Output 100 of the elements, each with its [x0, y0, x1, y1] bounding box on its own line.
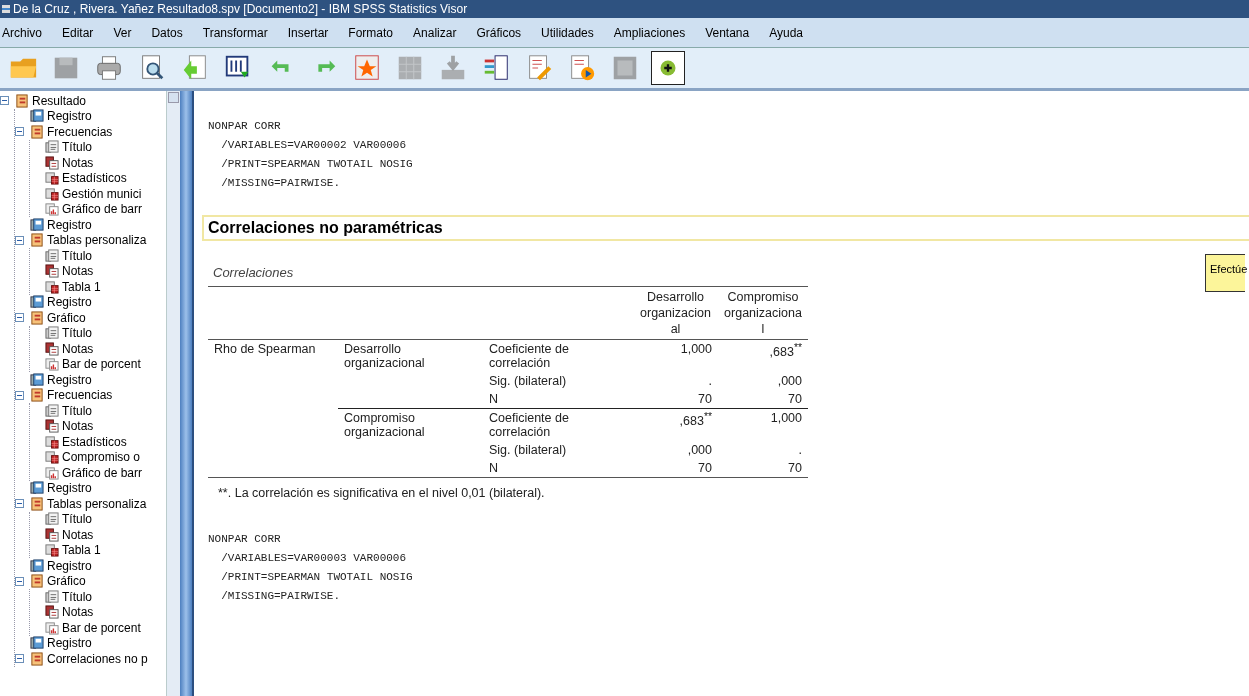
tree-label[interactable]: Tabla 1 [62, 279, 101, 294]
tree-label[interactable]: Tablas personaliza [47, 233, 147, 248]
section-heading[interactable]: Correlaciones no paramétricas [202, 215, 1249, 241]
menu-item[interactable]: Ayuda [759, 25, 813, 40]
tree-label[interactable]: Registro [47, 636, 92, 651]
tree-label[interactable]: Compromiso o [62, 450, 141, 465]
tree-label[interactable]: Notas [62, 605, 94, 620]
tree-item[interactable]: Gráfico de barr [30, 201, 166, 217]
tree-item[interactable]: Notas [30, 527, 166, 543]
menu-item[interactable]: Transformar [192, 25, 278, 40]
tree-label[interactable]: Notas [62, 155, 94, 170]
tree-label[interactable]: Tabla 1 [62, 543, 101, 558]
menu-item[interactable]: Utilidades [531, 25, 604, 40]
menu-item[interactable]: Formato [338, 25, 404, 40]
tree-item[interactable]: Bar de porcent [30, 356, 166, 372]
tree-label[interactable]: Título [62, 589, 92, 604]
tree-label[interactable]: Notas [62, 419, 94, 434]
collapse-icon[interactable] [0, 96, 9, 106]
tree-item[interactable]: Bar de porcent [30, 620, 166, 636]
tree-label[interactable]: Tablas personaliza [47, 496, 147, 511]
tree-label[interactable]: Gráfico [47, 574, 86, 589]
tree-item[interactable]: Gráfico de barr [30, 465, 166, 481]
collapse-icon[interactable] [15, 235, 24, 245]
tree-item[interactable]: Estadísticos [30, 434, 166, 450]
tree-label[interactable]: Registro [47, 481, 92, 496]
tree-item[interactable]: Gráfico [15, 310, 166, 326]
menu-item[interactable]: Editar [52, 25, 104, 40]
tree-item[interactable]: Notas [30, 263, 166, 279]
tree-label[interactable]: Título [62, 248, 92, 263]
tree-label[interactable]: Gráfico de barr [62, 465, 143, 480]
tree-label[interactable]: Gráfico de barr [62, 202, 143, 217]
tree-label[interactable]: Título [62, 403, 92, 418]
tree-item[interactable]: Registro [15, 372, 166, 388]
tree-label[interactable]: Notas [62, 264, 94, 279]
tree-label[interactable]: Registro [47, 558, 92, 573]
tree-item[interactable]: Tablas personaliza [15, 232, 166, 248]
splitter[interactable] [180, 91, 194, 696]
log-icon [30, 295, 44, 310]
tree-item[interactable]: Registro [15, 635, 166, 651]
tree-label[interactable]: Registro [47, 217, 92, 232]
menu-item[interactable]: Ver [103, 25, 142, 40]
tree-label[interactable]: Resultado [32, 93, 87, 108]
tree-label[interactable]: Registro [47, 295, 92, 310]
collapse-icon[interactable] [15, 127, 24, 137]
menu-item[interactable]: Archivo [0, 25, 52, 40]
tree-label[interactable]: Bar de porcent [62, 357, 141, 372]
tree-item[interactable]: Registro [15, 294, 166, 310]
tree-item[interactable]: Tabla 1 [30, 542, 166, 558]
tree-label[interactable]: Título [62, 326, 92, 341]
menu-item[interactable]: Analizar [403, 25, 467, 40]
menu-item[interactable]: Ventana [695, 25, 760, 40]
tree-item[interactable]: Título [30, 511, 166, 527]
log-icon [30, 481, 44, 496]
tree-label[interactable]: Gráfico [47, 310, 86, 325]
tree-label[interactable]: Bar de porcent [62, 620, 141, 635]
tree-item[interactable]: Título [30, 139, 166, 155]
tree-item[interactable]: Notas [30, 155, 166, 171]
tree-item[interactable]: Registro [15, 217, 166, 233]
tree-label[interactable]: Título [62, 140, 92, 155]
tree-label[interactable]: Registro [47, 109, 92, 124]
tree-item[interactable]: Título [30, 248, 166, 264]
tree-item[interactable]: Frecuencias [15, 124, 166, 140]
tree-item[interactable]: Compromiso o [30, 449, 166, 465]
menu-item[interactable]: Gráficos [466, 25, 532, 40]
tree-label[interactable]: Estadísticos [62, 434, 127, 449]
tree-item[interactable]: Estadísticos [30, 170, 166, 186]
tree-label[interactable]: Título [62, 512, 92, 527]
menu-item[interactable]: Ampliaciones [603, 25, 696, 40]
tree-item[interactable]: Tablas personaliza [15, 496, 166, 512]
tree-item[interactable]: Título [30, 589, 166, 605]
tree-item[interactable]: Notas [30, 418, 166, 434]
tree-item[interactable]: Gráfico [15, 573, 166, 589]
tree-item[interactable]: Correlaciones no p [15, 651, 166, 667]
tree-label[interactable]: Frecuencias [47, 388, 113, 403]
tree-label[interactable]: Gestión munici [62, 186, 142, 201]
tree-item[interactable]: Título [30, 403, 166, 419]
tree-item[interactable]: Registro [15, 558, 166, 574]
collapse-icon[interactable] [15, 576, 24, 586]
tree-item[interactable]: Resultado [0, 93, 166, 109]
collapse-icon[interactable] [15, 313, 24, 323]
tree-item[interactable]: Notas [30, 341, 166, 357]
tree-label[interactable]: Registro [47, 372, 92, 387]
collapse-icon[interactable] [15, 654, 24, 664]
tree-label[interactable]: Correlaciones no p [47, 651, 148, 666]
tree-label[interactable]: Notas [62, 527, 94, 542]
tree-item[interactable]: Frecuencias [15, 387, 166, 403]
tree-label[interactable]: Estadísticos [62, 171, 127, 186]
tree-item[interactable]: Notas [30, 604, 166, 620]
scrollbar[interactable] [166, 91, 180, 696]
tree-item[interactable]: Tabla 1 [30, 279, 166, 295]
collapse-icon[interactable] [15, 499, 24, 509]
menu-item[interactable]: Datos [141, 25, 193, 40]
tree-label[interactable]: Frecuencias [47, 124, 113, 139]
tree-label[interactable]: Notas [62, 341, 94, 356]
collapse-icon[interactable] [15, 390, 24, 400]
tree-item[interactable]: Gestión munici [30, 186, 166, 202]
menu-item[interactable]: Insertar [277, 25, 339, 40]
tree-item[interactable]: Título [30, 325, 166, 341]
tree-item[interactable]: Registro [15, 108, 166, 124]
tree-item[interactable]: Registro [15, 480, 166, 496]
